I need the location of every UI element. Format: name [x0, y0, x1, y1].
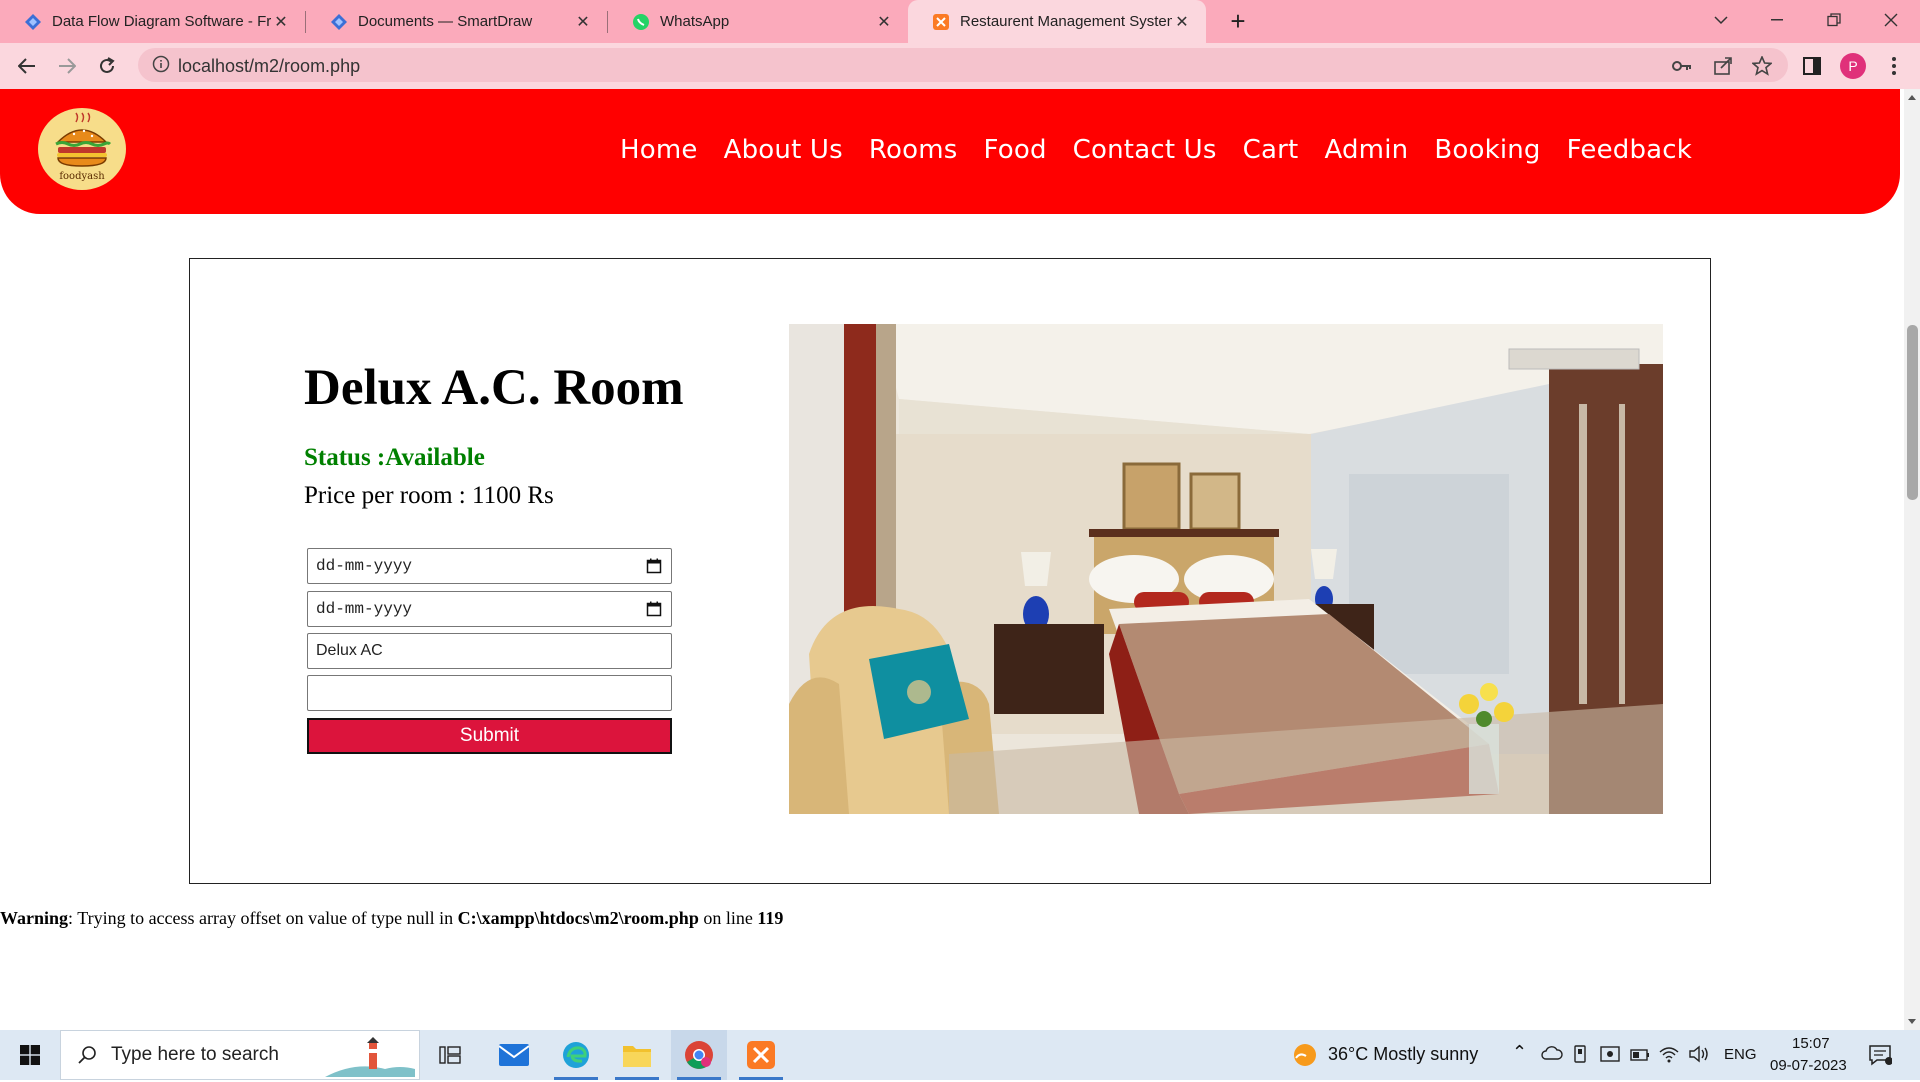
task-view-icon[interactable] — [422, 1030, 478, 1080]
chrome-icon[interactable] — [671, 1030, 727, 1080]
minimize-icon[interactable] — [1748, 0, 1805, 40]
php-warning: Warning: Trying to access array offset o… — [0, 908, 783, 929]
close-icon[interactable]: ✕ — [573, 12, 593, 32]
tab-search-chevron-icon[interactable] — [1692, 0, 1749, 40]
search-highlight-icon — [325, 1035, 415, 1082]
close-icon[interactable]: ✕ — [1172, 12, 1192, 32]
tab-smartdraw-documents[interactable]: Documents — SmartDraw ✕ — [306, 0, 607, 43]
restore-icon[interactable] — [1805, 0, 1862, 40]
nav-home[interactable]: Home — [620, 135, 698, 165]
share-icon[interactable] — [1709, 52, 1737, 80]
side-panel-icon[interactable] — [1798, 52, 1826, 80]
close-window-icon[interactable] — [1862, 0, 1919, 40]
wifi-icon[interactable] — [1658, 1045, 1680, 1068]
nav-food[interactable]: Food — [984, 135, 1047, 165]
nav-admin[interactable]: Admin — [1324, 135, 1408, 165]
warning-on-line: on line — [698, 908, 758, 928]
tab-title: WhatsApp — [660, 13, 730, 30]
battery-icon[interactable] — [1630, 1046, 1650, 1067]
windows-start-icon[interactable] — [2, 1030, 58, 1080]
room-title: Delux A.C. Room — [304, 360, 684, 416]
main-menu: Home About Us Rooms Food Contact Us Cart… — [620, 135, 1692, 165]
onedrive-icon[interactable] — [1541, 1045, 1563, 1066]
volume-icon[interactable] — [1688, 1045, 1710, 1068]
checkout-date-input[interactable]: dd-mm-yyyy — [307, 591, 672, 627]
device-icon[interactable] — [1572, 1045, 1588, 1068]
whatsapp-icon — [632, 13, 650, 31]
windows-taskbar: Type here to search 36°C Mostly sunny ⌃ — [0, 1030, 1920, 1080]
nav-cart[interactable]: Cart — [1243, 135, 1299, 165]
scroll-up-icon[interactable] — [1908, 95, 1916, 100]
language-indicator[interactable]: ENG — [1724, 1046, 1757, 1063]
edge-icon[interactable] — [548, 1030, 604, 1080]
page-scrollbar[interactable] — [1904, 89, 1920, 1030]
menu-dots-icon[interactable] — [1880, 52, 1908, 80]
extra-input[interactable] — [307, 675, 672, 711]
clock-date[interactable]: 09-07-2023 — [1770, 1057, 1847, 1074]
tab-data-flow-diagram[interactable]: Data Flow Diagram Software - Fr ✕ — [0, 0, 305, 43]
xampp-icon[interactable] — [733, 1030, 789, 1080]
nav-booking[interactable]: Booking — [1434, 135, 1540, 165]
mail-icon[interactable] — [486, 1030, 542, 1080]
tab-whatsapp[interactable]: WhatsApp ✕ — [608, 0, 908, 43]
close-icon[interactable]: ✕ — [874, 12, 894, 32]
site-navbar: foodyash Home About Us Rooms Food Contac… — [0, 89, 1900, 214]
checkout-date-placeholder: dd-mm-yyyy — [316, 600, 413, 618]
calendar-icon[interactable] — [646, 558, 662, 574]
smartdraw-icon — [330, 13, 348, 31]
room-status: Status :Available — [304, 444, 485, 471]
foodyash-logo[interactable]: foodyash — [38, 108, 126, 190]
omnibox[interactable]: localhost/m2/room.php — [138, 48, 1788, 82]
url-text[interactable]: localhost/m2/room.php — [178, 56, 360, 77]
warning-message: : Trying to access array offset on value… — [68, 908, 458, 928]
tab-restaurant-management[interactable]: Restaurent Management System ✕ — [908, 0, 1206, 43]
checkin-date-input[interactable]: dd-mm-yyyy — [307, 548, 672, 584]
room-photo — [789, 324, 1663, 814]
meet-icon[interactable] — [1600, 1045, 1620, 1068]
tab-title: Data Flow Diagram Software - Fr — [52, 13, 271, 30]
nav-contact-us[interactable]: Contact Us — [1073, 135, 1217, 165]
site-info-icon[interactable] — [152, 55, 172, 75]
new-tab-button[interactable]: + — [1222, 6, 1254, 38]
checkin-date-placeholder: dd-mm-yyyy — [316, 557, 413, 575]
submit-button[interactable]: Submit — [307, 718, 672, 754]
logo-text: foodyash — [59, 171, 105, 182]
scroll-down-icon[interactable] — [1908, 1019, 1916, 1024]
room-card: Delux A.C. Room Status :Available Price … — [189, 258, 1711, 884]
calendar-icon[interactable] — [646, 601, 662, 617]
nav-rooms[interactable]: Rooms — [869, 135, 958, 165]
address-toolbar: localhost/m2/room.php — [0, 43, 1920, 89]
tab-title: Documents — SmartDraw — [358, 13, 533, 30]
back-arrow-icon[interactable] — [11, 50, 43, 82]
forward-arrow-icon[interactable] — [51, 50, 83, 82]
warning-path: C:\xampp\htdocs\m2\room.php — [457, 908, 699, 928]
search-icon — [77, 1045, 97, 1070]
burger-icon — [55, 112, 112, 167]
weather-text[interactable]: 36°C Mostly sunny — [1328, 1044, 1478, 1065]
close-icon[interactable]: ✕ — [271, 12, 291, 32]
page-viewport: foodyash Home About Us Rooms Food Contac… — [0, 89, 1904, 1030]
xampp-icon — [932, 13, 950, 31]
nav-about-us[interactable]: About Us — [724, 135, 843, 165]
reload-icon[interactable] — [91, 50, 123, 82]
room-price: Price per room : 1100 Rs — [304, 482, 554, 509]
warning-label: Warning — [0, 908, 69, 928]
key-icon[interactable] — [1668, 52, 1696, 80]
notification-icon[interactable] — [1868, 1044, 1893, 1071]
bookmark-star-icon[interactable] — [1748, 52, 1776, 80]
nav-feedback[interactable]: Feedback — [1567, 135, 1692, 165]
warning-line-number: 119 — [757, 908, 784, 928]
weather-sun-icon[interactable] — [1290, 1040, 1320, 1075]
smartdraw-icon — [24, 13, 42, 31]
room-type-input[interactable]: Delux AC — [307, 633, 672, 669]
file-explorer-icon[interactable] — [609, 1030, 665, 1080]
taskbar-search-box[interactable]: Type here to search — [60, 1030, 420, 1080]
chevron-up-icon[interactable]: ⌃ — [1512, 1042, 1527, 1063]
search-placeholder: Type here to search — [111, 1044, 279, 1065]
profile-avatar[interactable]: P — [1840, 53, 1866, 79]
browser-tab-strip: Data Flow Diagram Software - Fr ✕ Docume… — [0, 0, 1920, 43]
tab-title: Restaurent Management System — [960, 13, 1172, 30]
scrollbar-thumb[interactable] — [1907, 325, 1918, 500]
clock-time[interactable]: 15:07 — [1792, 1035, 1830, 1052]
